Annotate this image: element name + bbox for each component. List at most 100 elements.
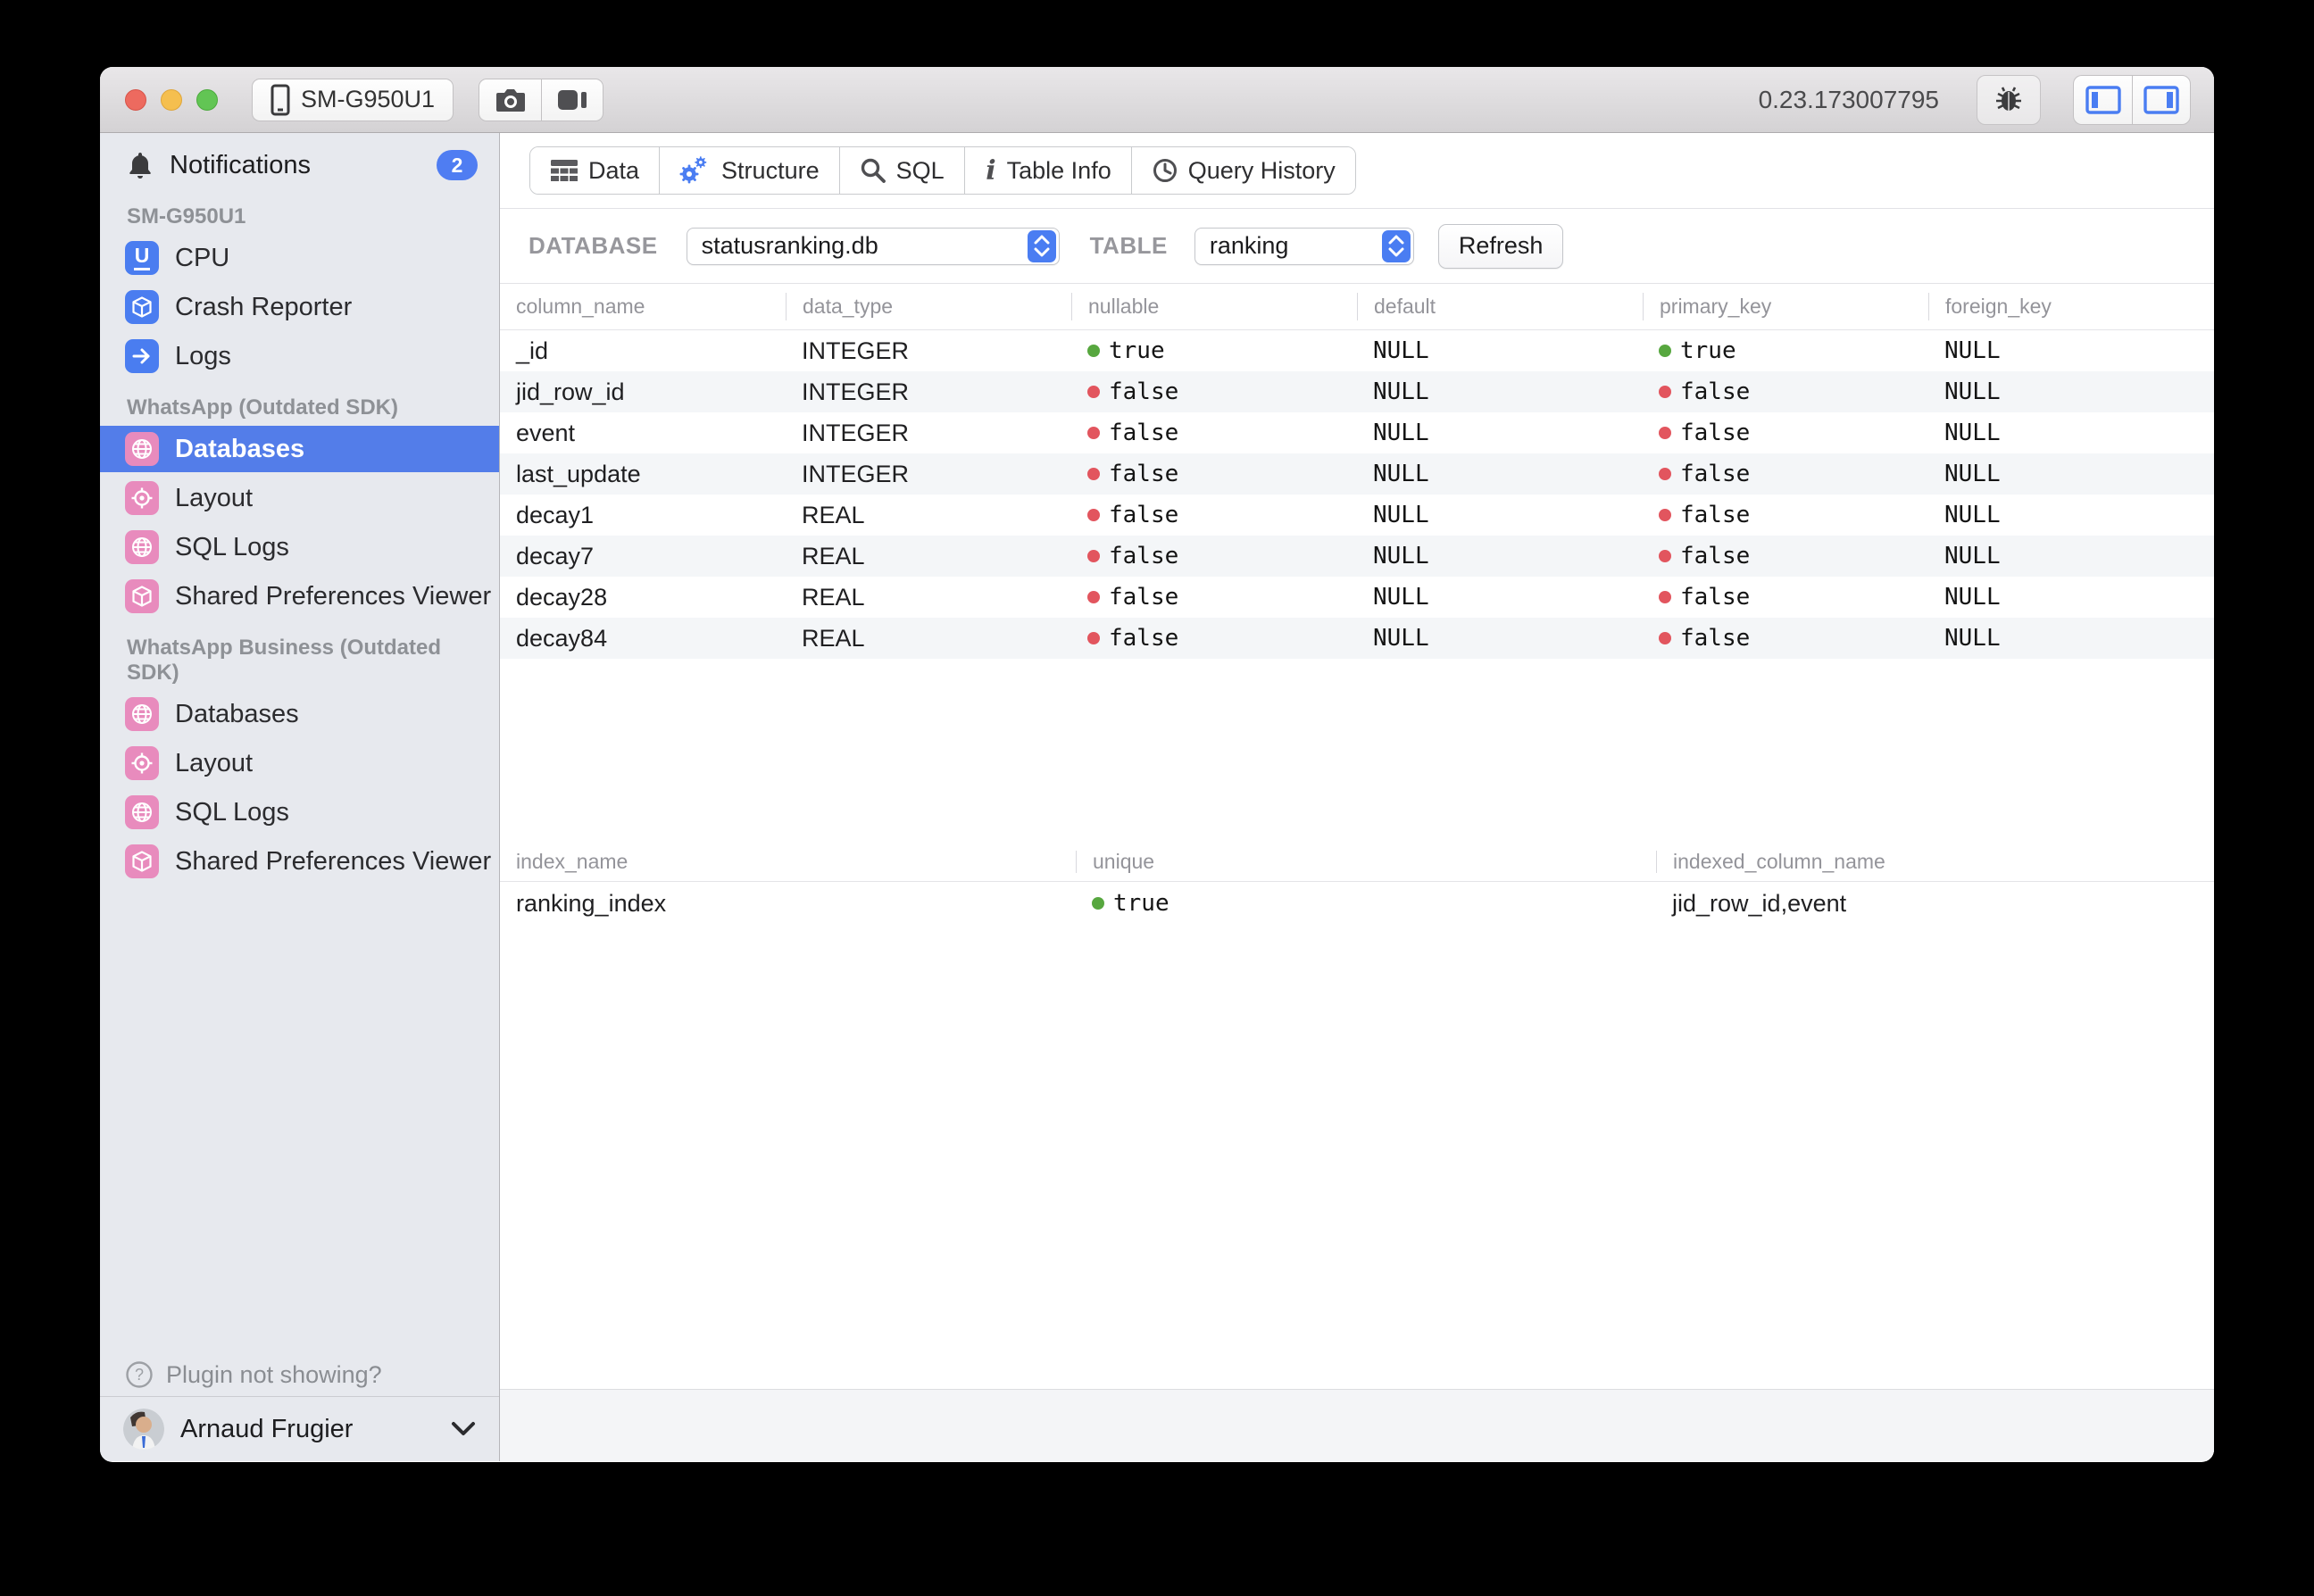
cell-data-type: INTEGER — [786, 461, 1071, 488]
table-row[interactable]: jid_row_idINTEGERfalseNULLfalseNULL — [500, 371, 2214, 412]
sidebar-section-title: WhatsApp (Outdated SDK) — [100, 395, 499, 420]
app-window: SM-G950U1 0.23.173007795 — [100, 67, 2214, 1462]
tab-sql[interactable]: SQL — [840, 147, 965, 194]
report-bug-button[interactable] — [1977, 75, 2041, 125]
cell-nullable: false — [1071, 543, 1357, 569]
toggle-right-sidebar-button[interactable] — [2132, 75, 2191, 125]
false-dot-icon — [1659, 427, 1671, 439]
main-empty-area — [500, 925, 2214, 1389]
cell-value: decay1 — [516, 502, 594, 529]
cell-value: NULL — [1373, 337, 1429, 364]
sidebar-item-databases[interactable]: Databases — [100, 691, 499, 737]
true-dot-icon — [1087, 345, 1100, 357]
table-row[interactable]: ranking_indextruejid_row_id,event — [500, 882, 2214, 925]
cell-data-type: INTEGER — [786, 378, 1071, 406]
cell-column-name: decay1 — [500, 502, 786, 529]
sidebar-item-notifications[interactable]: Notifications 2 — [100, 142, 499, 188]
zoom-button[interactable] — [196, 89, 218, 111]
tab-label: SQL — [896, 157, 945, 185]
cell-unique: true — [1076, 890, 1656, 917]
cell-value: decay7 — [516, 543, 594, 570]
sidebar-item-label: CPU — [175, 244, 229, 273]
cell-default: NULL — [1357, 625, 1643, 652]
cell-foreign-key: NULL — [1928, 543, 2213, 569]
sidebar-item-crash-reporter[interactable]: Crash Reporter — [100, 284, 499, 330]
cell-value: NULL — [1944, 543, 2001, 569]
cell-data-type: REAL — [786, 543, 1071, 570]
cell-nullable: false — [1071, 625, 1357, 652]
plugin-help-link[interactable]: ? Plugin not showing? — [100, 1353, 499, 1396]
globe-icon — [125, 530, 159, 564]
panel-left-icon — [2085, 86, 2121, 114]
sidebar-item-layout[interactable]: Layout — [100, 475, 499, 521]
device-selector-button[interactable]: SM-G950U1 — [252, 79, 454, 121]
cell-value: _id — [516, 337, 548, 365]
cell-value: jid_row_id,event — [1672, 890, 1846, 918]
screenshot-button[interactable] — [479, 79, 541, 121]
boolean-value: false — [1109, 584, 1178, 611]
tab-table-info[interactable]: iTable Info — [965, 147, 1132, 194]
help-circle-icon: ? — [125, 1360, 154, 1389]
sidebar-item-shared-preferences-viewer[interactable]: Shared Preferences Viewer — [100, 573, 499, 619]
table-row[interactable]: decay1REALfalseNULLfalseNULL — [500, 495, 2214, 536]
screen-record-button[interactable] — [541, 79, 603, 121]
minimize-button[interactable] — [161, 89, 182, 111]
table-select-value: ranking — [1195, 232, 1382, 260]
capture-button-group — [479, 79, 603, 121]
svg-text:i: i — [986, 157, 995, 184]
refresh-label: Refresh — [1459, 232, 1544, 260]
table-row[interactable]: last_updateINTEGERfalseNULLfalseNULL — [500, 453, 2214, 495]
sidebar-item-sql-logs[interactable]: SQL Logs — [100, 524, 499, 570]
cell-value: decay28 — [516, 584, 607, 611]
sidebar-item-label: Layout — [175, 749, 253, 778]
cell-foreign-key: NULL — [1928, 625, 2213, 652]
boolean-value: false — [1680, 378, 1750, 405]
sidebar-item-shared-preferences-viewer[interactable]: Shared Preferences Viewer — [100, 838, 499, 885]
phone-icon — [271, 84, 290, 116]
cell-primary-key: false — [1643, 543, 1928, 569]
user-menu[interactable]: Arnaud Frugier — [100, 1396, 499, 1461]
cell-primary-key: false — [1643, 420, 1928, 446]
sidebar-item-layout[interactable]: Layout — [100, 740, 499, 786]
table-row[interactable]: decay7REALfalseNULLfalseNULL — [500, 536, 2214, 577]
cell-value: REAL — [802, 584, 865, 611]
true-dot-icon — [1092, 897, 1104, 910]
cell-value: NULL — [1944, 378, 2001, 405]
table-row[interactable]: decay28REALfalseNULLfalseNULL — [500, 577, 2214, 618]
cell-foreign-key: NULL — [1928, 461, 2213, 487]
sidebar-item-cpu[interactable]: UCPU — [100, 235, 499, 281]
main-footer-bar — [500, 1389, 2214, 1461]
database-label: DATABASE — [529, 232, 658, 260]
column-header-nullable: nullable — [1071, 293, 1357, 320]
refresh-button[interactable]: Refresh — [1438, 224, 1564, 269]
table-row[interactable]: eventINTEGERfalseNULLfalseNULL — [500, 412, 2214, 453]
tab-structure[interactable]: Structure — [660, 147, 840, 194]
gears-icon — [679, 156, 712, 185]
database-select[interactable]: statusranking.db — [687, 228, 1060, 265]
sidebar-section-title: WhatsApp Business (Outdated SDK) — [100, 636, 499, 686]
table-select[interactable]: ranking — [1194, 228, 1414, 265]
cell-value: INTEGER — [802, 378, 909, 406]
table-header-row: column_namedata_typenullabledefaultprima… — [500, 284, 2214, 330]
sidebar-item-sql-logs[interactable]: SQL Logs — [100, 789, 499, 835]
columns-structure-table: column_namedata_typenullabledefaultprima… — [500, 284, 2214, 659]
sidebar-item-databases[interactable]: Databases — [100, 426, 499, 472]
table-row[interactable]: decay84REALfalseNULLfalseNULL — [500, 618, 2214, 659]
panel-right-icon — [2143, 86, 2179, 114]
notifications-label: Notifications — [170, 151, 437, 180]
cell-data-type: REAL — [786, 625, 1071, 653]
boolean-value: true — [1109, 337, 1165, 364]
toggle-left-sidebar-button[interactable] — [2073, 75, 2132, 125]
close-button[interactable] — [125, 89, 146, 111]
cell-primary-key: false — [1643, 461, 1928, 487]
false-dot-icon — [1659, 386, 1671, 398]
false-dot-icon — [1659, 550, 1671, 562]
bug-icon — [1994, 86, 2024, 114]
sidebar-item-logs[interactable]: Logs — [100, 333, 499, 379]
cell-value: NULL — [1373, 378, 1429, 405]
tab-query-history[interactable]: Query History — [1132, 147, 1355, 194]
cell-default: NULL — [1357, 420, 1643, 446]
table-row[interactable]: _idINTEGERtrueNULLtrueNULL — [500, 330, 2214, 371]
tab-data[interactable]: Data — [530, 147, 660, 194]
boolean-value: false — [1680, 584, 1750, 611]
